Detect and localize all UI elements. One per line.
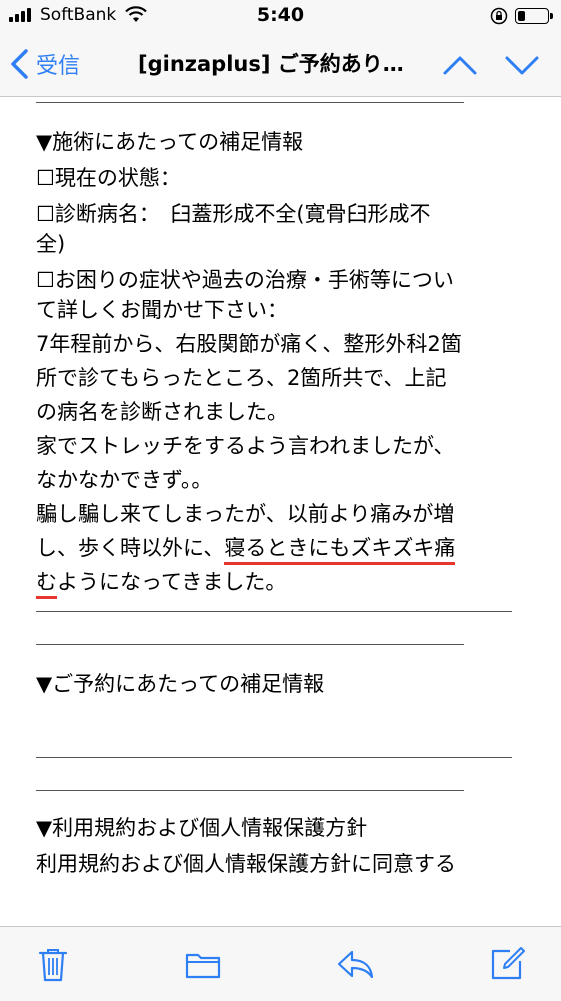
body-text: の病名を診断されました。 (36, 400, 288, 424)
message-subject: [ginzaplus] ご予約あり… (138, 52, 404, 76)
status-time: 5:40 (256, 4, 305, 26)
rotation-lock-icon (490, 7, 508, 25)
email-body: ▼施術にあたっての補足情報 ☐現在の状態： ☐診断病名： 臼蓋形成不全(寛骨臼形… (36, 96, 536, 926)
terms-agreement-text: 利用規約および個人情報保護方針に同意する (36, 852, 456, 876)
back-button[interactable]: 受信 (8, 46, 80, 82)
diagnosis-line: ☐診断病名： 臼蓋形成不全(寛骨臼形成不 (36, 202, 431, 226)
section-heading: ▼施術にあたっての補足情報 (36, 130, 304, 154)
back-label: 受信 (36, 54, 81, 79)
body-text: なかなかできず。。 (36, 468, 213, 492)
status-bar: SoftBank 5:40 (0, 0, 561, 34)
section-heading: ▼利用規約および個人情報保護方針 (36, 816, 368, 840)
bottom-toolbar (0, 926, 561, 1001)
body-text: むようになってきました。 (36, 567, 536, 599)
section-heading: ▼ご予約にあたっての補足情報 (36, 672, 325, 696)
current-state-item: ☐現在の状態： (36, 166, 181, 190)
chevron-up-icon[interactable] (440, 48, 480, 82)
chevron-down-icon[interactable] (502, 48, 542, 82)
folder-icon[interactable] (184, 945, 222, 983)
symptoms-line: ☐お困りの症状や過去の治療・手術等につい (36, 268, 454, 292)
reply-icon[interactable] (336, 945, 374, 983)
body-text: 所で診てもらったところ、2箇所共で、上記 (36, 366, 447, 390)
highlighted-text: む (36, 570, 57, 599)
body-text-segment: し、歩く時以外に、 (36, 536, 225, 560)
body-text-segment: ようになってきました。 (57, 570, 287, 594)
chevron-left-icon (11, 49, 28, 79)
battery-cap (550, 13, 553, 19)
body-text: 7年程前から、右股関節が痛く、整形外科2箇 (36, 332, 462, 356)
body-text: し、歩く時以外に、寝るときにもズキズキ痛 (36, 533, 536, 565)
battery-icon (515, 8, 549, 24)
symptoms-line-cont: て詳しくお聞かせ下さい： (36, 298, 288, 322)
battery-level (518, 11, 525, 21)
diagnosis-line-cont: 全) (36, 232, 66, 256)
compose-icon[interactable] (488, 945, 526, 983)
body-text: 騙し騙し来てしまったが、以前より痛みが増 (36, 502, 455, 526)
body-text: 家でストレッチをするよう言われましたが、 (36, 434, 455, 458)
highlighted-text: 寝るときにもズキズキ痛 (224, 536, 456, 565)
nav-bar: 受信 [ginzaplus] ご予約あり… (0, 34, 561, 97)
trash-icon[interactable] (34, 945, 72, 983)
